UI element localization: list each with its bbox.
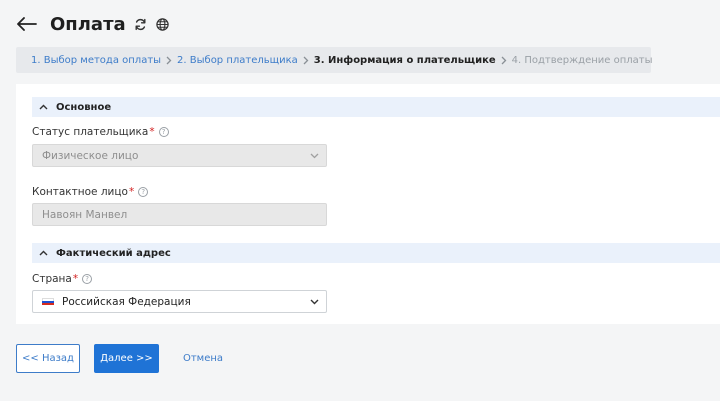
payer-status-value: Физическое лицо [42, 149, 139, 162]
chevron-up-icon [38, 248, 48, 258]
country-label-text: Страна [32, 273, 72, 285]
next-button[interactable]: Далее >> [94, 344, 159, 373]
contact-person-field: Навоян Манвел [32, 203, 327, 226]
help-icon[interactable]: ? [138, 187, 149, 197]
step-payment-method[interactable]: 1. Выбор метода оплаты [31, 55, 161, 66]
contact-person-label: Контактное лицо * ? [32, 186, 149, 198]
russia-flag-icon [42, 297, 54, 306]
payer-status-select: Физическое лицо [32, 144, 327, 167]
refresh-icon[interactable] [134, 17, 148, 31]
section-address-title: Фактический адрес [56, 247, 171, 259]
help-icon[interactable]: ? [82, 274, 93, 284]
back-button[interactable]: << Назад [16, 344, 80, 373]
required-mark: * [149, 126, 155, 138]
country-value: Российская Федерация [62, 295, 191, 308]
chevron-down-icon [309, 297, 319, 307]
chevron-right-icon [501, 56, 507, 65]
cancel-button[interactable]: Отмена [176, 344, 230, 373]
chevron-right-icon [303, 56, 309, 65]
globe-icon[interactable] [156, 17, 170, 31]
contact-person-value: Навоян Манвел [42, 208, 128, 221]
country-select[interactable]: Российская Федерация [32, 290, 327, 313]
chevron-right-icon [166, 56, 172, 65]
chevron-down-icon [309, 151, 319, 161]
page-header: Оплата [16, 9, 170, 39]
page-title: Оплата [50, 13, 126, 35]
step-payment-confirm: 4. Подтверждение оплаты [511, 54, 653, 66]
section-main-title: Основное [56, 101, 112, 113]
section-address-header[interactable]: Фактический адрес [32, 243, 720, 263]
help-icon[interactable]: ? [158, 127, 169, 137]
payer-status-label-text: Статус плательщика [32, 126, 149, 138]
country-label: Страна * ? [32, 273, 93, 285]
payer-status-label: Статус плательщика * ? [32, 126, 169, 138]
payment-steps-breadcrumb: 1. Выбор метода оплаты 2. Выбор плательщ… [16, 47, 653, 73]
step-payer-info: 3. Информация о плательщике [313, 54, 496, 66]
contact-person-label-text: Контактное лицо [32, 186, 128, 198]
chevron-up-icon [38, 102, 48, 112]
section-main-header[interactable]: Основное [32, 97, 720, 117]
step-payer-select[interactable]: 2. Выбор плательщика [177, 55, 298, 66]
required-mark: * [128, 186, 135, 198]
required-mark: * [72, 273, 79, 285]
back-arrow-icon[interactable] [16, 13, 38, 35]
form-card: Основное Статус плательщика * ? Физическ… [16, 84, 720, 324]
